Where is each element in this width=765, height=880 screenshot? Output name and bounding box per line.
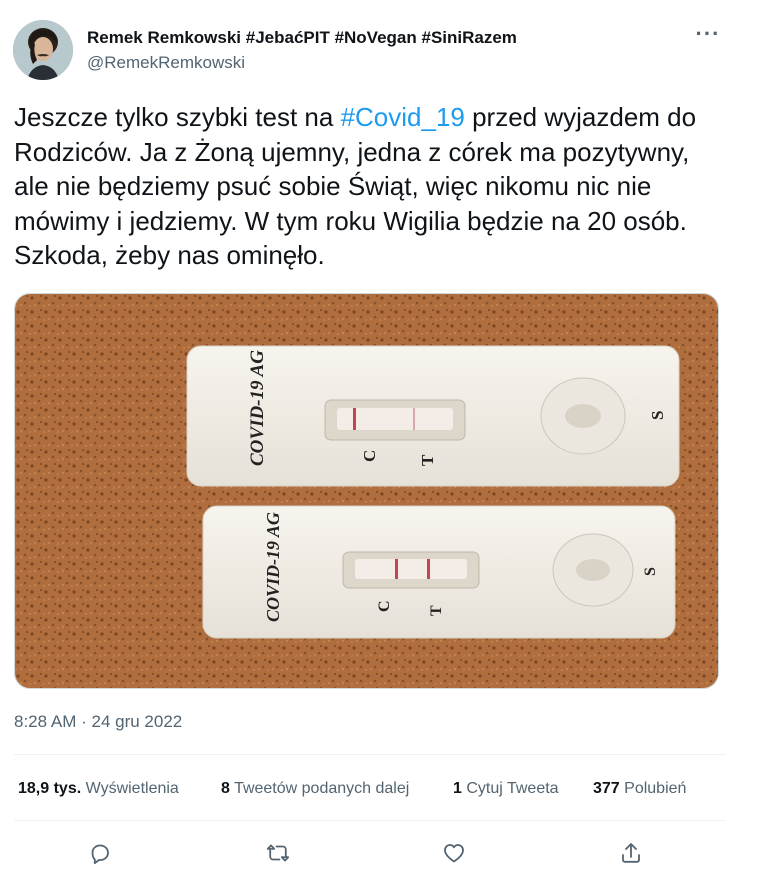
author-handle[interactable]: @RemekRemkowski	[87, 53, 245, 73]
test1-c-label: C	[360, 450, 379, 462]
reply-icon	[91, 844, 109, 865]
retweets-stat[interactable]: 8 Tweetów podanych dalej	[221, 780, 409, 798]
test-cassette-2: COVID-19 AG C T S	[202, 505, 676, 639]
quotes-label: Cytuj Tweeta	[466, 780, 559, 797]
quotes-count: 1	[453, 780, 462, 797]
views-label: Wyświetlenia	[85, 780, 179, 797]
views-stat[interactable]: 18,9 tys. Wyświetlenia	[18, 780, 179, 798]
photo-covid-tests: COVID-19 AG C T S COVID-19 AG C T S	[15, 294, 718, 688]
test2-s-label: S	[642, 567, 659, 576]
test-cassette-1: COVID-19 AG C T S	[186, 345, 680, 487]
tweet-photo[interactable]: COVID-19 AG C T S COVID-19 AG C T S	[14, 293, 719, 689]
reply-button[interactable]	[83, 836, 117, 870]
tweet: Remek Remkowski #JebaćPIT #NoVegan #Sini…	[0, 0, 740, 880]
timestamp-date[interactable]: 24 gru 2022	[91, 712, 182, 731]
divider-bottom	[14, 820, 726, 821]
test1-brand-label: COVID-19 AG	[247, 350, 268, 466]
test2-brand-label: COVID-19 AG	[263, 512, 283, 622]
timestamp-separator: ·	[76, 712, 92, 731]
tweet-text: Jeszcze tylko szybki test na #Covid_19 p…	[14, 100, 726, 273]
likes-label: Polubień	[624, 780, 687, 797]
like-button[interactable]	[437, 836, 471, 870]
views-count: 18,9 tys.	[18, 780, 82, 797]
likes-count: 377	[593, 780, 620, 797]
more-icon: ···	[695, 21, 721, 46]
share-icon	[622, 843, 640, 863]
retweet-icon	[266, 844, 290, 862]
test2-c-label: C	[376, 600, 393, 612]
tweet-text-before: Jeszcze tylko szybki test na	[14, 102, 341, 132]
heart-icon	[444, 844, 464, 863]
quotes-stat[interactable]: 1 Cytuj Tweeta	[453, 780, 559, 798]
tweet-actions	[0, 836, 740, 870]
more-options-button[interactable]: ···	[692, 21, 724, 52]
likes-stat[interactable]: 377 Polubień	[593, 780, 686, 798]
test1-t-label: T	[418, 454, 437, 466]
share-button[interactable]	[614, 836, 648, 870]
retweets-count: 8	[221, 780, 230, 797]
timestamp-time[interactable]: 8:28 AM	[14, 712, 76, 731]
retweet-button[interactable]	[261, 836, 295, 870]
retweets-label: Tweetów podanych dalej	[234, 780, 410, 797]
hashtag-link[interactable]: #Covid_19	[341, 102, 465, 132]
avatar-image	[13, 20, 73, 80]
test2-t-label: T	[428, 605, 445, 616]
test1-s-label: S	[648, 411, 667, 420]
author-name[interactable]: Remek Remkowski #JebaćPIT #NoVegan #Sini…	[87, 28, 517, 48]
avatar[interactable]	[13, 20, 73, 80]
tweet-timestamp: 8:28 AM · 24 gru 2022	[14, 712, 182, 732]
divider-top	[14, 754, 726, 755]
